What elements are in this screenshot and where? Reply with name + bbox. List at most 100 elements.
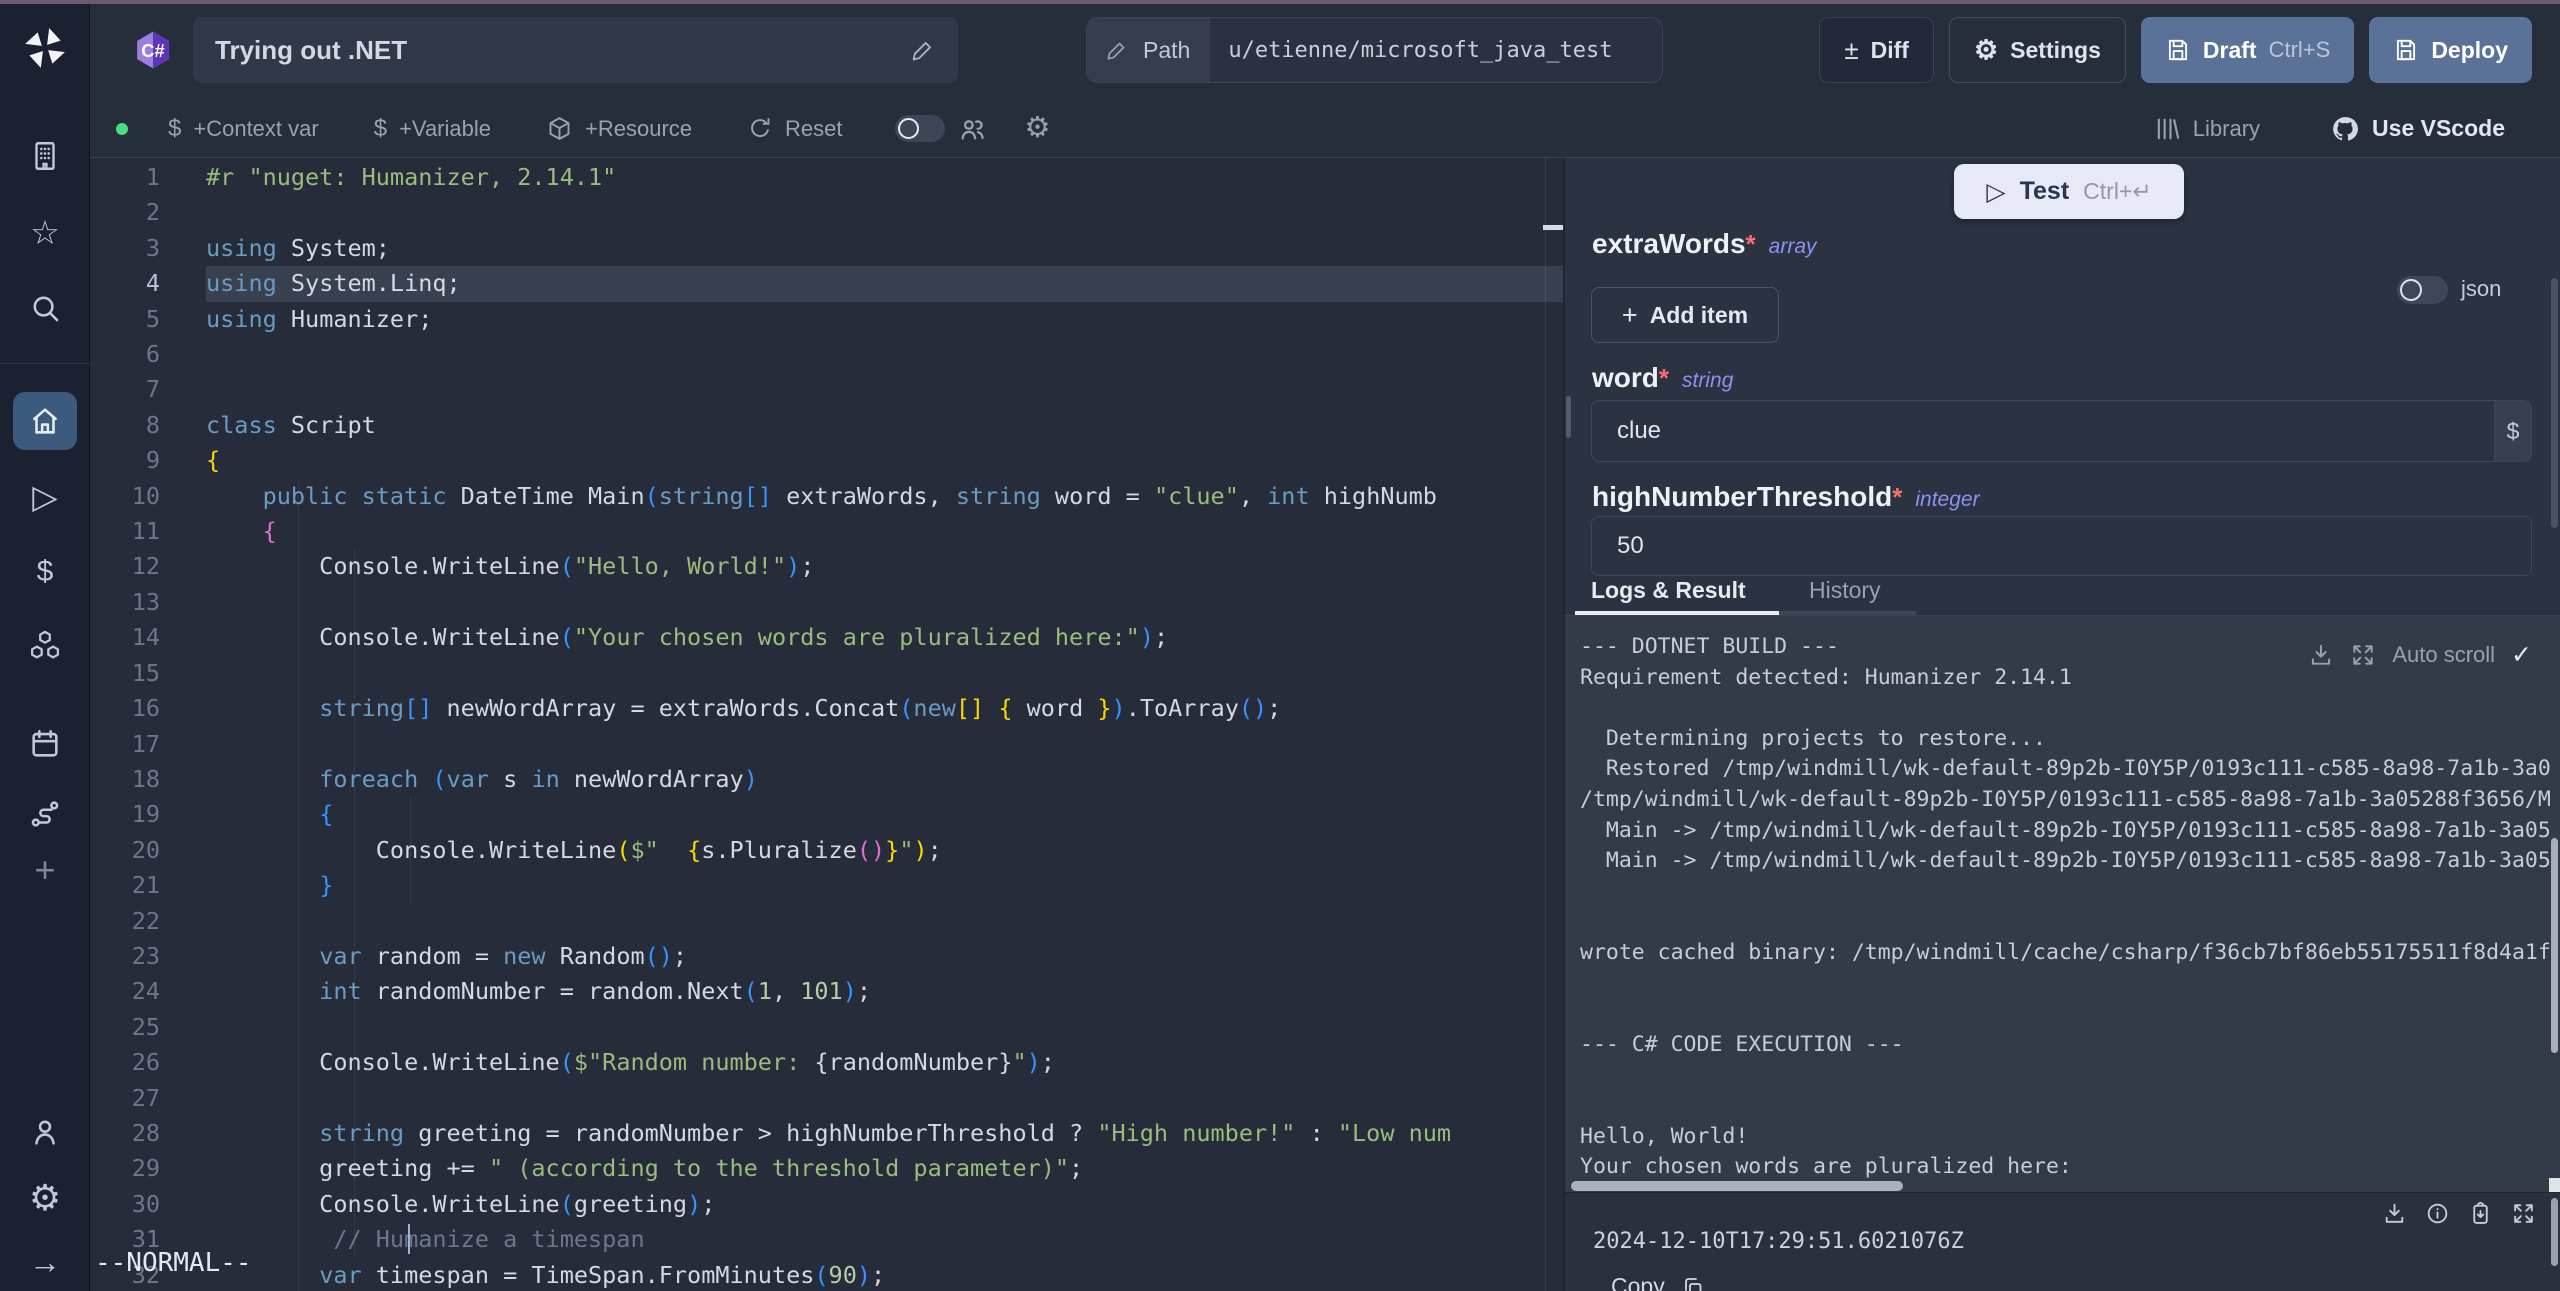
line-number: 3 — [90, 231, 206, 266]
insert-variable-button[interactable]: $ — [2494, 401, 2531, 461]
code-line[interactable]: 29 greeting += " (according to the thres… — [90, 1151, 1563, 1186]
expand-logs-icon[interactable] — [2350, 642, 2376, 668]
sidebar-item-flows[interactable] — [0, 786, 90, 842]
expand-result-icon[interactable] — [2511, 1201, 2536, 1226]
code-line[interactable]: 18 foreach (var s in newWordArray) — [90, 762, 1563, 797]
info-icon[interactable] — [2425, 1201, 2450, 1226]
code-line[interactable]: 8class Script — [90, 408, 1563, 443]
line-number: 9 — [90, 443, 206, 478]
download-logs-icon[interactable] — [2308, 642, 2334, 668]
code-line[interactable]: 25 — [90, 1010, 1563, 1045]
code-line[interactable]: 30 Console.WriteLine(greeting); — [90, 1187, 1563, 1222]
status-dot — [116, 123, 128, 135]
code-line[interactable]: 24 int randomNumber = random.Next(1, 101… — [90, 974, 1563, 1009]
tab-history[interactable]: History — [1809, 577, 1881, 604]
sidebar-item-account[interactable] — [0, 1104, 90, 1160]
form-scrollbar[interactable] — [2551, 278, 2558, 528]
save-icon — [2165, 37, 2191, 63]
code-line[interactable]: 22 — [90, 904, 1563, 939]
sidebar-item-home[interactable] — [0, 393, 90, 449]
log-scrollbar[interactable] — [2551, 838, 2558, 1053]
line-number: 13 — [90, 585, 206, 620]
sidebar-item-search[interactable] — [0, 280, 90, 336]
deploy-button[interactable]: Deploy — [2369, 17, 2532, 83]
code-line[interactable]: 20 Console.WriteLine($" {s.Pluralize()}"… — [90, 833, 1563, 868]
editor-settings-button[interactable]: ⚙ — [1025, 114, 1051, 143]
code-line[interactable]: 10 public static DateTime Main(string[] … — [90, 479, 1563, 514]
check-icon[interactable]: ✓ — [2511, 640, 2532, 670]
code-line[interactable]: 31 // Humanize a timespan — [90, 1222, 1563, 1257]
code-line[interactable]: 15 — [90, 656, 1563, 691]
windmill-logo-icon[interactable] — [0, 20, 90, 76]
play-icon: ▷ — [1986, 177, 2005, 207]
code-lines[interactable]: 1#r "nuget: Humanizer, 2.14.1"23using Sy… — [90, 160, 1563, 1291]
draft-button[interactable]: Draft Ctrl+S — [2141, 17, 2354, 83]
sidebar-item-schedules[interactable] — [0, 716, 90, 772]
logs-panel[interactable]: --- DOTNET BUILD ---Requirement detected… — [1565, 616, 2560, 1192]
sidebar-item-collapse[interactable]: → — [0, 1234, 90, 1290]
settings-button[interactable]: ⚙ Settings — [1949, 17, 2126, 83]
code-line[interactable]: 23 var random = new Random(); — [90, 939, 1563, 974]
copy-button[interactable]: Copy — [1611, 1273, 1705, 1291]
code-line[interactable]: 27 — [90, 1081, 1563, 1116]
sidebar-item-runs[interactable]: ▷ — [0, 468, 90, 524]
code-line[interactable]: 14 Console.WriteLine("Your chosen words … — [90, 620, 1563, 655]
test-button[interactable]: ▷ Test Ctrl+↵ — [1954, 164, 2184, 219]
code-line[interactable]: 11 { — [90, 514, 1563, 549]
code-line[interactable]: 12 Console.WriteLine("Hello, World!"); — [90, 549, 1563, 584]
sidebar-item-resources[interactable] — [0, 618, 90, 674]
add-item-button[interactable]: + Add item — [1591, 287, 1779, 343]
use-vscode-button[interactable]: Use VScode — [2330, 114, 2505, 144]
line-number: 25 — [90, 1010, 206, 1045]
sidebar-item-settings[interactable]: ⚙ — [0, 1170, 90, 1226]
code-line[interactable]: 7 — [90, 372, 1563, 407]
word-input[interactable]: clue $ — [1591, 400, 2532, 462]
clipboard-icon[interactable] — [2468, 1201, 2493, 1226]
code-editor[interactable]: 1#r "nuget: Humanizer, 2.14.1"23using Sy… — [90, 158, 1563, 1291]
sidebar-item-add[interactable]: + — [0, 842, 90, 898]
tab-logs-result[interactable]: Logs & Result — [1591, 577, 1746, 604]
sidebar-item-workspace[interactable] — [0, 128, 90, 184]
field-label-extrawords: extraWords* array — [1592, 228, 1817, 260]
edit-pencil-icon[interactable] — [910, 37, 936, 63]
code-line[interactable]: 6 — [90, 337, 1563, 372]
json-toggle[interactable] — [2397, 276, 2448, 304]
code-line[interactable]: 28 string greeting = randomNumber > high… — [90, 1116, 1563, 1151]
code-line[interactable]: 9{ — [90, 443, 1563, 478]
collaborators-button[interactable] — [957, 114, 987, 144]
line-number: 27 — [90, 1081, 206, 1116]
threshold-input[interactable]: 50 — [1591, 516, 2532, 576]
code-line[interactable]: 17 — [90, 727, 1563, 762]
code-line[interactable]: 21 } — [90, 868, 1563, 903]
code-line[interactable]: 3using System; — [90, 231, 1563, 266]
log-line — [1580, 1060, 2555, 1091]
home-icon — [28, 404, 62, 438]
download-result-icon[interactable] — [2382, 1201, 2407, 1226]
code-line[interactable]: 1#r "nuget: Humanizer, 2.14.1" — [90, 160, 1563, 195]
library-button[interactable]: Library — [2153, 115, 2260, 143]
code-line[interactable]: 32 var timespan = TimeSpan.FromMinutes(9… — [90, 1258, 1563, 1291]
panel-resize-handle[interactable] — [1566, 396, 1571, 438]
code-line[interactable]: 13 — [90, 585, 1563, 620]
add-variable-button[interactable]: $ +Variable — [374, 115, 491, 143]
script-title-input[interactable]: Trying out .NET — [193, 17, 958, 83]
code-line[interactable]: 26 Console.WriteLine($"Random number: {r… — [90, 1045, 1563, 1080]
code-line[interactable]: 4using System.Linq; — [90, 266, 1563, 301]
add-context-var-button[interactable]: $ +Context var — [168, 115, 319, 143]
code-line[interactable]: 5using Humanizer; — [90, 302, 1563, 337]
diff-button[interactable]: ± Diff — [1819, 17, 1934, 83]
code-line[interactable]: 16 string[] newWordArray = extraWords.Co… — [90, 691, 1563, 726]
sidebar-item-variables[interactable]: $ — [0, 544, 90, 600]
svg-text:C#: C# — [141, 40, 164, 61]
code-line[interactable]: 19 { — [90, 797, 1563, 832]
path-field[interactable]: Path u/etienne/microsoft_java_test — [1086, 17, 1663, 83]
horizontal-scrollbar[interactable] — [1571, 1181, 1903, 1191]
reset-button[interactable]: Reset — [747, 116, 842, 142]
sidebar-item-favorites[interactable]: ☆ — [0, 204, 90, 260]
code-line[interactable]: 2 — [90, 195, 1563, 230]
add-resource-button[interactable]: +Resource — [546, 115, 692, 142]
diff-mode-toggle[interactable] — [895, 115, 945, 142]
log-line: --- C# CODE EXECUTION --- — [1580, 1030, 2555, 1061]
line-number: 11 — [90, 514, 206, 549]
result-scrollbar[interactable] — [2551, 1198, 2558, 1266]
